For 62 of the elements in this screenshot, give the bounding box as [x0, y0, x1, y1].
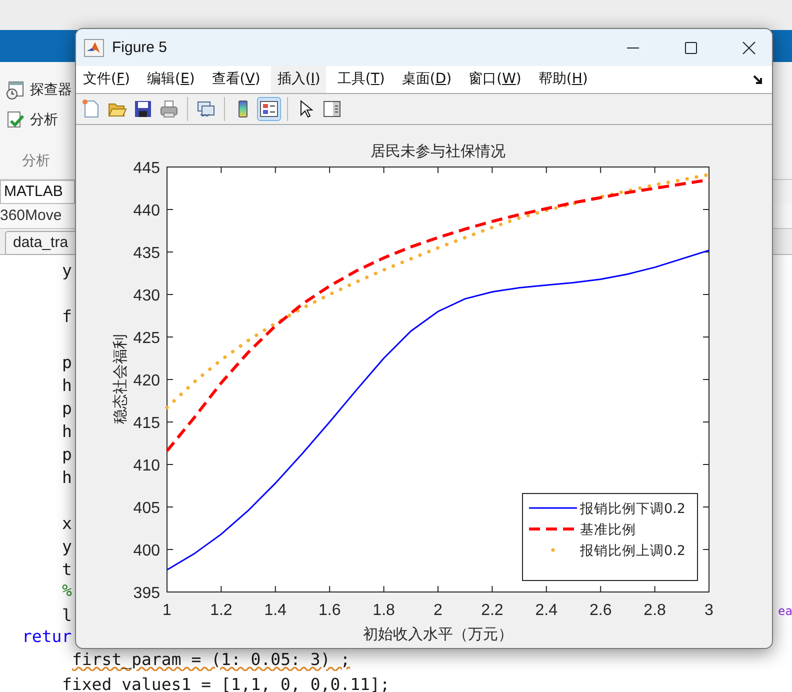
tick-label: 1	[162, 602, 172, 619]
menu-item[interactable]: 编辑(E)	[141, 66, 201, 93]
toolstrip-button[interactable]: 分析	[5, 110, 58, 130]
toolstrip-button[interactable]: 探查器	[5, 80, 72, 100]
panel-icon	[322, 99, 342, 119]
printer-icon	[159, 99, 179, 119]
tick-label: 3	[704, 602, 714, 619]
axis-label: 稳态社会福利	[111, 334, 129, 424]
linked-windows-icon	[196, 99, 216, 119]
tick-label: 415	[133, 415, 160, 432]
menu-item[interactable]: 窗口(W)	[462, 66, 528, 93]
window-title: Figure 5	[112, 39, 168, 56]
code-line: %	[62, 580, 72, 602]
section-label: 分析	[22, 152, 50, 170]
menu-item[interactable]: 查看(V)	[206, 66, 266, 93]
menu-item[interactable]: 桌面(D)	[396, 66, 458, 93]
arrow-icon[interactable]	[752, 74, 764, 86]
menu-item[interactable]: 插入(I)	[271, 66, 326, 93]
tick-label: 440	[133, 202, 160, 220]
checkmark-document-icon	[5, 110, 25, 130]
menu-item[interactable]: 文件(F)	[77, 66, 136, 93]
tick-label: 2	[434, 602, 442, 619]
menu-item[interactable]: 帮助(H)	[532, 66, 594, 93]
tick-label: 425	[133, 330, 160, 347]
chart-title: 居民未参与社保情况	[370, 142, 506, 160]
tick-label: 445	[133, 160, 160, 177]
save-icon	[133, 99, 153, 119]
tick-label: 395	[133, 585, 160, 602]
tick-label: 430	[133, 288, 160, 304]
axis-label: 初始收入水平（万元）	[363, 625, 513, 643]
code-fragment: ea	[778, 604, 792, 618]
legend-swatch	[551, 548, 555, 552]
tick-label: 1.8	[372, 602, 395, 619]
tick-label: 400	[133, 542, 160, 560]
tick-label: 410	[133, 458, 160, 474]
tick-label: 435	[133, 245, 160, 262]
folder-path: 360Move	[0, 207, 62, 224]
code-line: first_param = (1: 0.05: 3) ;	[72, 649, 350, 671]
menu-item[interactable]: 工具(T)	[331, 66, 391, 93]
tick-label: 420	[133, 372, 160, 390]
code-line: retur	[22, 626, 72, 648]
tick-label: 1.4	[264, 602, 287, 619]
maximize-icon[interactable]	[684, 40, 698, 54]
legend-icon	[259, 99, 279, 119]
logo-icon	[84, 38, 104, 56]
legend-label: 基准比例	[580, 522, 636, 538]
tick-label: 1.2	[210, 602, 232, 619]
new-file-icon	[81, 99, 101, 119]
tick-label: 2.2	[481, 602, 504, 619]
tick-label: 1.6	[318, 602, 341, 619]
address-field[interactable]: MATLAB	[0, 180, 75, 204]
tick-label: 2.4	[535, 602, 558, 619]
tick-label: 2.6	[589, 602, 612, 619]
legend-label: 报销比例下调0.2	[580, 501, 686, 517]
legend-label: 报销比例上调0.2	[580, 543, 686, 559]
legend-swatch	[529, 528, 577, 530]
tick-label: 2.8	[644, 602, 666, 619]
window-clock-icon	[5, 80, 25, 100]
editor-tab[interactable]: data_tra	[5, 231, 75, 255]
toolbar-button[interactable]	[257, 97, 281, 121]
close-icon[interactable]	[742, 40, 756, 54]
tick-label: 405	[133, 500, 160, 517]
